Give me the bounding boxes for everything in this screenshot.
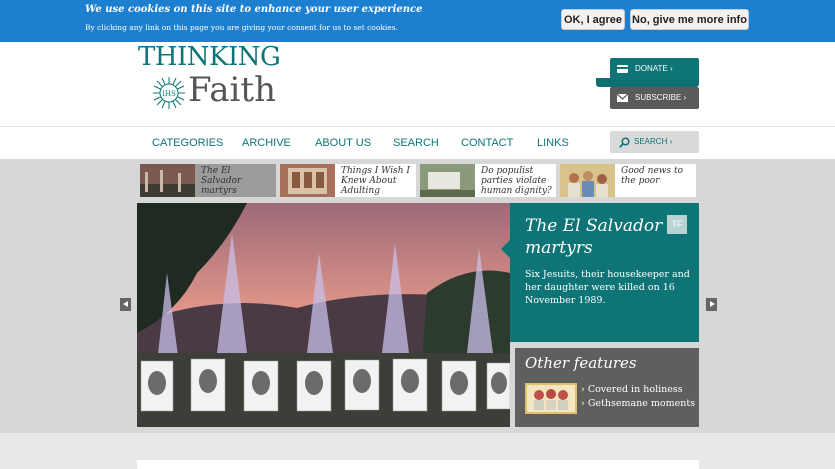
nav-search-label: SEARCH › [634, 137, 673, 146]
thumb-item[interactable]: The El Salvador martyrs [140, 164, 276, 197]
other-feature-link[interactable]: › Covered in holiness [581, 384, 683, 395]
logo-emblem-icon: IHS [153, 77, 185, 109]
cookie-agree-button[interactable]: OK, I agree [561, 9, 625, 30]
slider-next-arrow-icon[interactable] [706, 298, 717, 311]
nav-item-categories[interactable]: CATEGORIES [152, 137, 223, 149]
nav-item-contact[interactable]: CONTACT [461, 137, 513, 149]
slider-prev-arrow-icon[interactable] [120, 298, 131, 311]
feature-pointer [501, 240, 510, 258]
thumb-title: Good news to the poor [621, 166, 683, 186]
thumb-image [560, 164, 615, 197]
nav-item-archive[interactable]: ARCHIVE [242, 137, 291, 149]
other-features-image[interactable] [525, 383, 577, 414]
thumb-title: Do populist parties violate human dignit… [481, 166, 552, 196]
subscribe-label: SUBSCRIBE › [635, 93, 687, 102]
nav-item-search[interactable]: SEARCH [393, 137, 439, 149]
other-features-panel: Other features › Covered in holiness › G… [515, 348, 699, 427]
main-nav: CATEGORIES ARCHIVE ABOUT US SEARCH CONTA… [0, 126, 835, 159]
feature-badge: TF [667, 215, 687, 234]
card-icon [617, 65, 628, 73]
cookie-title: We use cookies on this site to enhance y… [85, 4, 423, 15]
feature-title: The El Salvador martyrs [525, 216, 663, 258]
content-card [137, 460, 699, 469]
envelope-icon [617, 93, 628, 102]
logo-line2: Faith [188, 70, 276, 110]
thumb-title: The El Salvador martyrs [201, 166, 242, 196]
other-features-title: Other features [525, 354, 637, 372]
feature-panel[interactable]: The El Salvador martyrs TF Six Jesuits, … [501, 203, 699, 342]
cookie-more-info-button[interactable]: No, give me more info [630, 9, 749, 30]
site-header: THINKING IHS Faith DONATE › SUBSCRIBE › [0, 42, 835, 126]
nav-item-about-us[interactable]: ABOUT US [315, 137, 371, 149]
logo-emblem-text: IHS [162, 90, 176, 98]
thumb-image [280, 164, 335, 197]
site-logo[interactable]: THINKING IHS Faith [138, 42, 288, 117]
nav-search-button[interactable]: SEARCH › [610, 131, 699, 153]
thumb-title: Things I Wish I Knew About Adulting [341, 166, 410, 196]
other-feature-link[interactable]: › Gethsemane moments [581, 398, 695, 409]
nav-item-links[interactable]: LINKS [537, 137, 569, 149]
donate-label: DONATE › [635, 64, 673, 73]
magnifier-icon [619, 137, 630, 148]
donate-button[interactable]: DONATE › [610, 58, 699, 80]
thumb-image [140, 164, 195, 197]
cookie-text: By clicking any link on this page you ar… [85, 23, 398, 32]
hero-image[interactable] [137, 203, 510, 427]
subscribe-button[interactable]: SUBSCRIBE › [610, 87, 699, 109]
thumb-item[interactable]: Do populist parties violate human dignit… [420, 164, 556, 197]
feature-description: Six Jesuits, their housekeeper and her d… [525, 269, 690, 306]
cookie-banner: We use cookies on this site to enhance y… [0, 0, 835, 42]
thumb-item[interactable]: Good news to the poor [560, 164, 696, 197]
hero-photo [137, 203, 510, 427]
thumb-image [420, 164, 475, 197]
thumb-item[interactable]: Things I Wish I Knew About Adulting [280, 164, 416, 197]
logo-line1: THINKING [138, 42, 281, 72]
